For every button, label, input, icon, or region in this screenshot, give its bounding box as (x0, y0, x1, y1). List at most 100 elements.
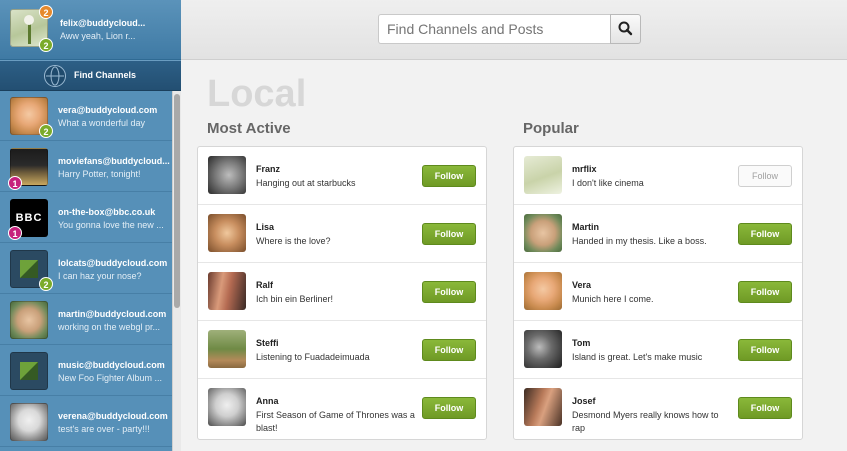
top-bar (181, 0, 847, 60)
notification-badge: 1 (8, 226, 22, 240)
user-item: Anna First Season of Game of Thrones was… (198, 379, 486, 437)
channel-status: Harry Potter, tonight! (58, 169, 141, 179)
most-active-title: Most Active (207, 120, 291, 137)
user-item: Lisa Where is the love? Follow (198, 205, 486, 263)
user-status: Hanging out at starbucks (256, 178, 356, 188)
avatar (524, 330, 562, 368)
globe-icon (44, 65, 66, 87)
search-icon (618, 21, 633, 36)
follow-button[interactable]: Follow (422, 165, 476, 187)
page-title: Local (207, 73, 307, 115)
user-status: First Season of Game of Thrones was a bl… (256, 410, 415, 433)
notification-badge: 2 (39, 124, 53, 138)
channel-item[interactable]: music@buddycloud.com New Foo Fighter Alb… (0, 346, 172, 396)
channel-status: test's are over - party!!! (58, 424, 150, 434)
user-item: Vera Munich here I come. Follow (514, 263, 802, 321)
notification-badge: 2 (39, 5, 53, 19)
channel-name: vera@buddycloud.com (58, 105, 158, 115)
notification-badge: 1 (8, 176, 22, 190)
search-button[interactable] (610, 14, 641, 44)
avatar (524, 272, 562, 310)
avatar (10, 301, 48, 339)
avatar (208, 388, 246, 426)
avatar (208, 272, 246, 310)
user-status: I don't like cinema (572, 178, 644, 188)
user-item: Tom Island is great. Let's make music Fo… (514, 321, 802, 379)
user-item: Franz Hanging out at starbucks Follow (198, 147, 486, 205)
follow-button[interactable]: Follow (422, 339, 476, 361)
user-name: Josef (572, 396, 596, 406)
follow-button[interactable]: Follow (738, 281, 792, 303)
channel-name: felix@buddycloud... (60, 18, 146, 28)
channel-item[interactable]: martin@buddycloud.com working on the web… (0, 295, 172, 345)
follow-button[interactable]: Follow (738, 223, 792, 245)
channel-status: I can haz your nose? (58, 271, 142, 281)
channel-name: verena@buddycloud.com (58, 411, 168, 421)
user-status: Handed in my thesis. Like a boss. (572, 236, 707, 246)
user-status: Ich bin ein Berliner! (256, 294, 334, 304)
logo-text: BBC (15, 212, 43, 224)
channel-status: You gonna love the new ... (58, 220, 164, 230)
channel-list: 2 vera@buddycloud.com What a wonderful d… (0, 91, 181, 451)
avatar (524, 388, 562, 426)
channel-list-scrollbar[interactable] (172, 91, 181, 451)
channel-item[interactable]: verena@buddycloud.com test's are over - … (0, 397, 172, 447)
main-content: Local Most Active Popular Franz Hanging … (181, 61, 847, 451)
follow-button[interactable]: Follow (738, 165, 792, 187)
default-channel-icon (10, 352, 48, 390)
popular-list: mrflix I don't like cinema Follow Martin… (513, 146, 803, 440)
current-user-channel[interactable]: 2 2 felix@buddycloud... Aww yeah, Lion r… (0, 0, 181, 60)
follow-button[interactable]: Follow (738, 339, 792, 361)
channel-item[interactable]: 2 lolcats@buddycloud.com I can haz your … (0, 244, 172, 294)
follow-button[interactable]: Follow (422, 281, 476, 303)
channel-status: Aww yeah, Lion r... (60, 31, 136, 41)
user-name: Anna (256, 396, 279, 406)
popular-title: Popular (523, 120, 579, 137)
channel-status: New Foo Fighter Album ... (58, 373, 163, 383)
notification-badge: 2 (39, 38, 53, 52)
user-name: mrflix (572, 164, 597, 174)
channel-item[interactable]: 2 vera@buddycloud.com What a wonderful d… (0, 91, 172, 141)
avatar (10, 403, 48, 441)
find-channels-button[interactable]: Find Channels (0, 60, 181, 91)
avatar (208, 330, 246, 368)
avatar (208, 156, 246, 194)
avatar (524, 214, 562, 252)
user-item: Ralf Ich bin ein Berliner! Follow (198, 263, 486, 321)
sidebar: 2 2 felix@buddycloud... Aww yeah, Lion r… (0, 0, 181, 451)
user-name: Lisa (256, 222, 275, 232)
channel-status: working on the webgl pr... (58, 322, 161, 332)
user-item: mrflix I don't like cinema Follow (514, 147, 802, 205)
user-item: Steffi Listening to Fuadadeimuada Follow (198, 321, 486, 379)
find-channels-label: Find Channels (74, 70, 137, 80)
user-name: Franz (256, 164, 281, 174)
user-item: Martin Handed in my thesis. Like a boss.… (514, 205, 802, 263)
follow-button[interactable]: Follow (422, 397, 476, 419)
channel-status: What a wonderful day (58, 118, 146, 128)
notification-badge: 2 (39, 277, 53, 291)
channel-name: on-the-box@bbc.co.uk (58, 207, 156, 217)
user-name: Vera (572, 280, 592, 290)
user-status: Island is great. Let's make music (572, 352, 703, 362)
channel-item[interactable]: 1 moviefans@buddycloud... Harry Potter, … (0, 142, 172, 192)
channel-name: martin@buddycloud.com (58, 309, 167, 319)
user-status: Where is the love? (256, 236, 331, 246)
search-input[interactable] (378, 14, 610, 44)
user-status: Desmond Myers really knows how to rap (572, 410, 719, 433)
user-status: Listening to Fuadadeimuada (256, 352, 370, 362)
channel-name: music@buddycloud.com (58, 360, 165, 370)
channel-name: moviefans@buddycloud... (58, 156, 170, 166)
user-status: Munich here I come. (572, 294, 654, 304)
follow-button[interactable]: Follow (738, 397, 792, 419)
most-active-list: Franz Hanging out at starbucks Follow Li… (197, 146, 487, 440)
channel-item[interactable]: BBC 1 on-the-box@bbc.co.uk You gonna lov… (0, 193, 172, 243)
user-name: Tom (572, 338, 591, 348)
avatar (524, 156, 562, 194)
user-name: Ralf (256, 280, 274, 290)
user-name: Steffi (256, 338, 279, 348)
user-item: Josef Desmond Myers really knows how to … (514, 379, 802, 437)
scrollbar-thumb[interactable] (174, 94, 180, 308)
user-name: Martin (572, 222, 599, 232)
follow-button[interactable]: Follow (422, 223, 476, 245)
channel-name: lolcats@buddycloud.com (58, 258, 168, 268)
